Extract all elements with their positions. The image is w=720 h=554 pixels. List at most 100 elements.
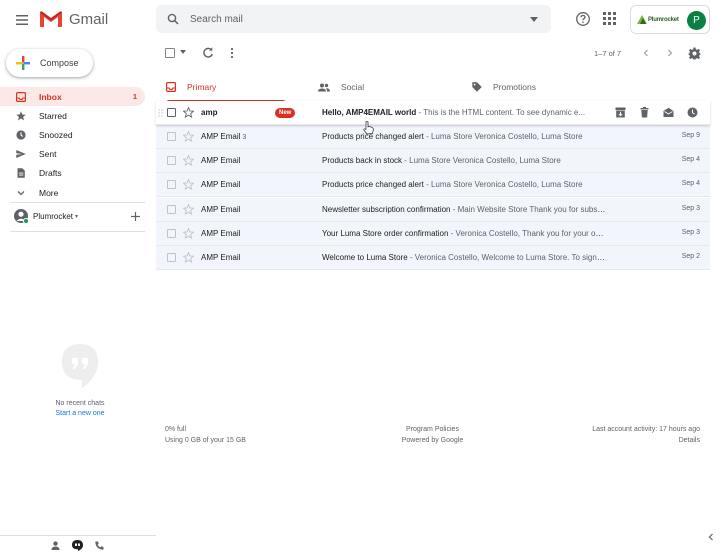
search-bar[interactable]: [156, 5, 551, 33]
email-date: Sep 3: [681, 205, 700, 212]
help-icon[interactable]: [575, 11, 591, 27]
star-icon[interactable]: [183, 204, 194, 215]
email-date: Sep 2: [681, 253, 700, 260]
chevron-right-icon[interactable]: [665, 48, 675, 58]
drag-handle-icon[interactable]: [158, 109, 163, 117]
email-row[interactable]: AMP Email Welcome to Luma Store - Veroni…: [156, 246, 710, 270]
sidebar-divider: [10, 231, 145, 232]
email-checkbox[interactable]: [167, 253, 176, 262]
phone-icon[interactable]: [95, 541, 104, 550]
tab-label: Promotions: [493, 82, 536, 92]
email-date: Sep 4: [681, 156, 700, 163]
search-icon[interactable]: [167, 13, 179, 25]
start-new-chat-link[interactable]: Start a new one: [20, 410, 140, 417]
draft-icon: [17, 167, 25, 178]
last-activity-text: Last account activity: 17 hours ago: [592, 426, 700, 433]
email-row[interactable]: AMP Email Your Luma Store order confirma…: [156, 222, 710, 246]
select-options-icon[interactable]: [180, 50, 186, 54]
email-checkbox[interactable]: [167, 108, 176, 117]
email-checkbox[interactable]: [167, 132, 176, 141]
brand-name: Plumrocket: [648, 16, 679, 23]
clock-icon: [16, 129, 26, 140]
sidebar-item-inbox[interactable]: Inbox 1: [0, 87, 145, 106]
sidebar-item-starred[interactable]: Starred: [0, 106, 145, 125]
new-badge: New: [275, 108, 296, 118]
online-status-dot: [23, 218, 29, 224]
email-content: Hello, AMP4EMAIL world - This is the HTM…: [322, 108, 604, 117]
chevron-left-icon[interactable]: [706, 530, 716, 544]
sidebar-item-snoozed[interactable]: Snoozed: [0, 125, 145, 144]
email-subject: Welcome to Luma Store: [322, 253, 408, 262]
email-row[interactable]: amp New Hello, AMP4EMAIL world - This is…: [156, 101, 710, 125]
details-link[interactable]: Details: [540, 437, 700, 444]
pagination-text: 1–7 of 7: [594, 49, 622, 58]
contacts-icon[interactable]: [51, 541, 60, 550]
compose-label: Compose: [40, 58, 79, 68]
search-input[interactable]: [190, 13, 510, 25]
refresh-icon[interactable]: [202, 47, 214, 59]
snooze-icon[interactable]: [687, 107, 699, 119]
star-icon[interactable]: [183, 155, 194, 166]
email-row[interactable]: AMP Email Newsletter subscription confir…: [156, 198, 710, 222]
email-sender: AMP Email: [201, 205, 241, 214]
chevron-left-icon[interactable]: [641, 48, 651, 58]
gear-icon[interactable]: [688, 47, 701, 60]
email-snippet: - Main Website Store Thank you for subsc…: [450, 205, 606, 214]
email-row[interactable]: AMP Email Products back in stock - Luma …: [156, 149, 710, 173]
email-sender: AMP Email 3: [201, 132, 246, 141]
tab-label: Social: [341, 82, 365, 92]
archive-icon[interactable]: [615, 107, 627, 119]
program-policies-link[interactable]: Program Policies: [380, 426, 485, 433]
tab-primary[interactable]: Primary: [166, 72, 287, 103]
email-checkbox[interactable]: [167, 180, 176, 189]
star-icon[interactable]: [183, 131, 194, 142]
sidebar-item-label: More: [39, 187, 59, 198]
hangouts-user[interactable]: Plumrocket ▾: [14, 209, 78, 224]
select-all-checkbox[interactable]: [165, 48, 175, 58]
sidebar-item-label: Drafts: [39, 167, 62, 178]
star-icon[interactable]: [183, 252, 194, 263]
email-row[interactable]: AMP Email 3 Products price changed alert …: [156, 125, 710, 149]
sidebar-item-more[interactable]: More: [0, 183, 145, 202]
inbox-icon: [16, 91, 26, 102]
email-checkbox[interactable]: [167, 205, 176, 214]
email-content: Products back in stock - Luma Store Vero…: [322, 156, 606, 165]
compose-button[interactable]: Compose: [6, 49, 93, 77]
search-options-icon[interactable]: [530, 17, 538, 22]
gmail-logo[interactable]: Gmail: [39, 10, 108, 28]
powered-by-text: Powered by Google: [401, 437, 464, 444]
email-snippet: - Veronica Costello, Thank you for your …: [448, 229, 606, 238]
email-date: Sep 3: [681, 229, 700, 236]
hangouts-user-name: Plumrocket: [33, 211, 74, 221]
star-icon[interactable]: [183, 179, 194, 190]
add-chat-icon[interactable]: [131, 212, 140, 221]
email-subject: Products price changed alert: [322, 180, 424, 189]
star-icon[interactable]: [183, 228, 194, 239]
caret-down-icon[interactable]: ▾: [75, 213, 78, 220]
main-menu-icon[interactable]: [12, 10, 32, 30]
inbox-icon: [166, 82, 176, 92]
email-checkbox[interactable]: [167, 229, 176, 238]
hangouts-bottom-bar: [0, 535, 156, 554]
apps-grid-icon[interactable]: [603, 12, 616, 25]
account-activity: Last account activity: 17 hours ago Deta…: [540, 426, 700, 444]
star-icon[interactable]: [183, 107, 194, 118]
tab-social[interactable]: Social: [318, 72, 364, 102]
tab-promotions[interactable]: Promotions: [472, 72, 536, 102]
account-switcher[interactable]: Plumrocket P: [630, 5, 710, 34]
email-row[interactable]: AMP Email Products price changed alert -…: [156, 173, 710, 197]
account-avatar[interactable]: P: [687, 11, 706, 30]
mark-read-icon[interactable]: [663, 107, 675, 119]
email-content: Newsletter subscription confirmation - M…: [322, 205, 606, 214]
sidebar-item-drafts[interactable]: Drafts: [0, 163, 145, 182]
trash-icon[interactable]: [639, 107, 651, 119]
email-content: Your Luma Store order confirmation - Ver…: [322, 229, 606, 238]
hangouts-icon[interactable]: [72, 540, 83, 551]
sidebar-item-sent[interactable]: Sent: [0, 144, 145, 163]
more-options-icon[interactable]: [230, 47, 234, 59]
no-chats-panel: No recent chats Start a new one: [20, 400, 140, 417]
email-date: Sep 4: [681, 180, 700, 187]
email-checkbox[interactable]: [167, 156, 176, 165]
email-sender: AMP Email: [201, 180, 241, 189]
email-subject: Newsletter subscription confirmation: [322, 205, 451, 214]
